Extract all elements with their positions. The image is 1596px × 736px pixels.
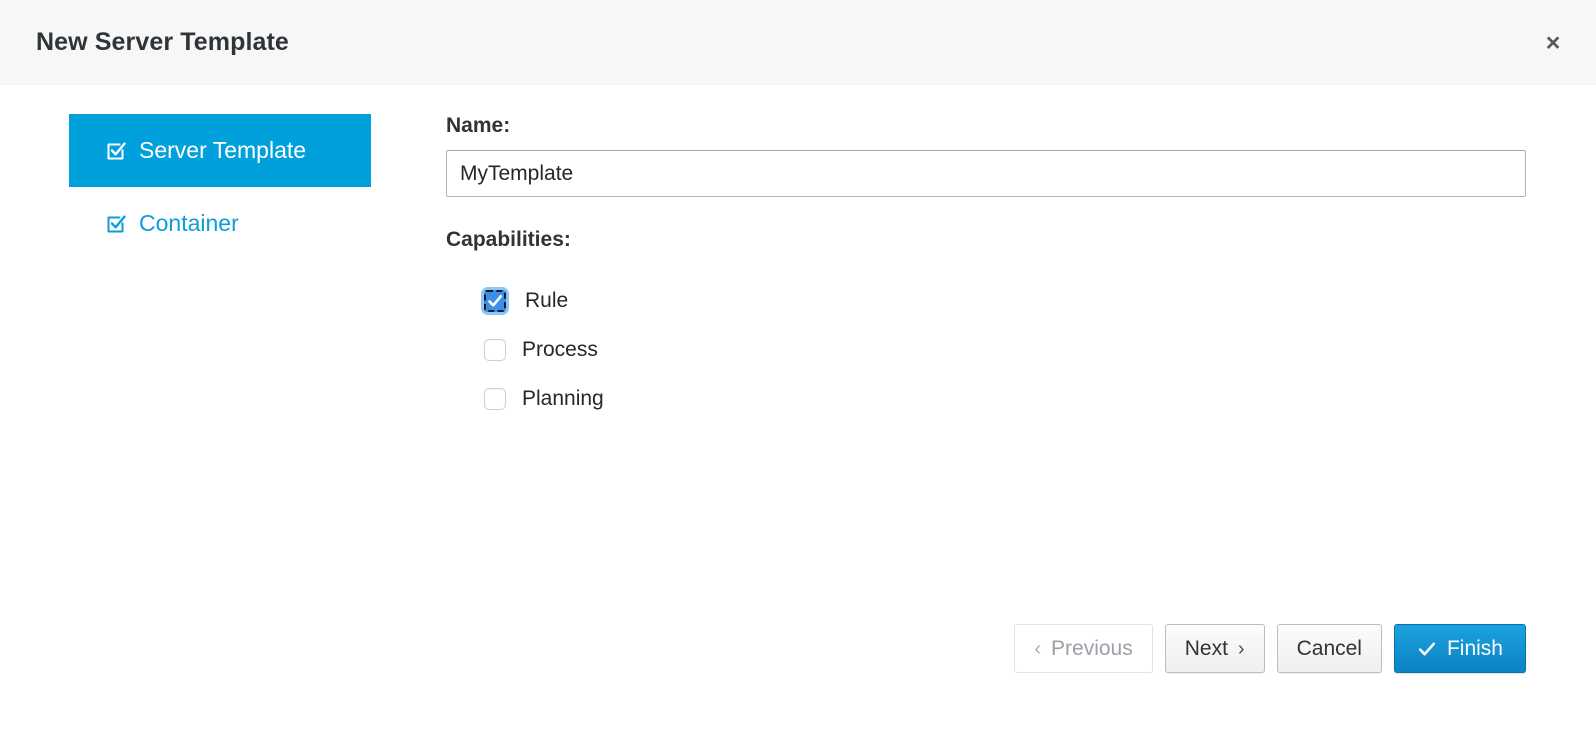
cancel-button[interactable]: Cancel xyxy=(1277,624,1382,673)
capability-label: Planning xyxy=(522,388,604,409)
previous-button-label: Previous xyxy=(1051,637,1133,661)
chevron-right-icon: › xyxy=(1238,639,1245,659)
capability-row-process[interactable]: Process xyxy=(446,325,1526,374)
chevron-left-icon: ‹ xyxy=(1034,639,1041,659)
checkbox-rule[interactable] xyxy=(481,287,509,315)
checkbox-box xyxy=(484,388,506,410)
capabilities-label: Capabilities: xyxy=(446,228,1526,252)
check-square-icon xyxy=(105,140,127,162)
checkbox-planning[interactable] xyxy=(484,388,506,410)
capability-row-planning[interactable]: Planning xyxy=(446,374,1526,423)
template-form: Name: Capabilities: Rule xyxy=(446,114,1526,423)
sidebar-item-label: Server Template xyxy=(139,139,306,162)
check-square-icon xyxy=(105,213,127,235)
next-button-label: Next xyxy=(1185,637,1228,661)
checkbox-process[interactable] xyxy=(484,339,506,361)
check-icon xyxy=(484,290,506,312)
check-icon xyxy=(1417,639,1437,659)
checkbox-box xyxy=(484,339,506,361)
sidebar-item-container[interactable]: Container xyxy=(69,187,371,260)
sidebar-item-label: Container xyxy=(139,212,239,235)
name-input[interactable] xyxy=(446,150,1526,197)
close-icon[interactable]: × xyxy=(1535,26,1571,60)
dialog-header: New Server Template × xyxy=(0,0,1596,85)
next-button[interactable]: Next › xyxy=(1165,624,1265,673)
new-server-template-dialog: New Server Template × Server Template xyxy=(0,0,1596,736)
wizard-step-list: Server Template Container xyxy=(69,114,371,260)
previous-button[interactable]: ‹ Previous xyxy=(1014,624,1152,673)
sidebar-item-server-template[interactable]: Server Template xyxy=(69,114,371,187)
dialog-body: Server Template Container Name: Capabili… xyxy=(0,85,1596,736)
capability-row-rule[interactable]: Rule xyxy=(446,276,1526,325)
dialog-footer: ‹ Previous Next › Cancel Finish xyxy=(0,624,1526,673)
cancel-button-label: Cancel xyxy=(1297,637,1362,661)
name-label: Name: xyxy=(446,114,1526,138)
capability-label: Process xyxy=(522,339,598,360)
finish-button-label: Finish xyxy=(1447,637,1503,661)
capability-label: Rule xyxy=(525,290,568,311)
finish-button[interactable]: Finish xyxy=(1394,624,1526,673)
page-title: New Server Template xyxy=(36,28,289,57)
